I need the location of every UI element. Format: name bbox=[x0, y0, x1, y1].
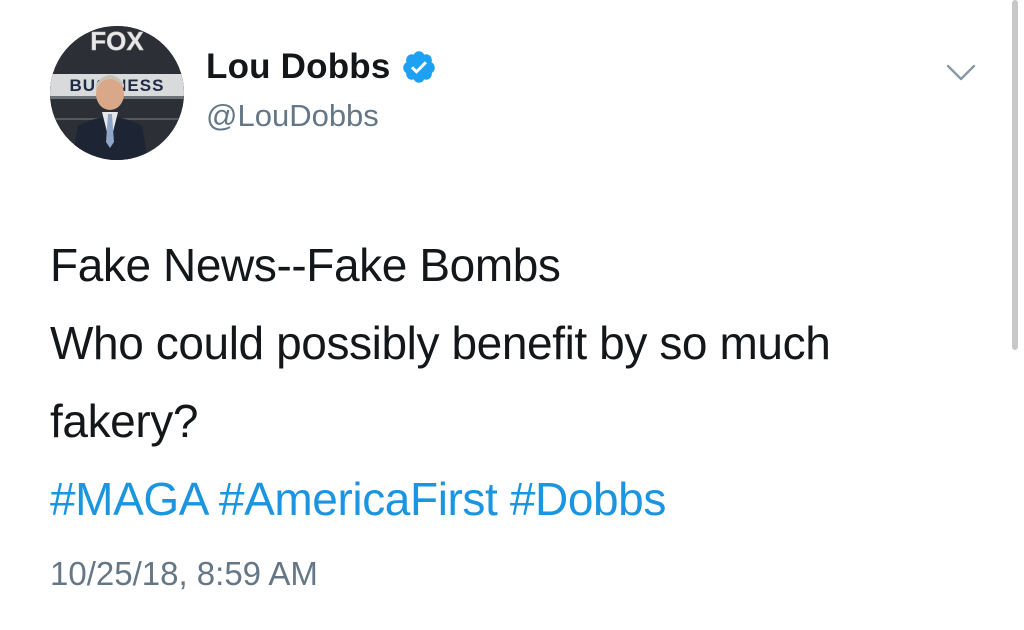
name-row: Lou Dobbs bbox=[206, 44, 437, 90]
hashtag-americafirst[interactable]: #AmericaFirst bbox=[219, 473, 498, 525]
hashtag-maga[interactable]: #MAGA bbox=[50, 473, 207, 525]
tweet-timestamp[interactable]: 10/25/18, 8:59 AM bbox=[50, 552, 318, 596]
tweet-text: Fake News--Fake Bombs Who could possibly… bbox=[50, 226, 990, 538]
avatar[interactable]: FOX BUSINESS bbox=[50, 26, 184, 160]
fox-logo-text: FOX bbox=[90, 26, 144, 56]
hashtag-dobbs[interactable]: #Dobbs bbox=[510, 473, 667, 525]
tweet-text-line-3: fakery? bbox=[50, 395, 199, 447]
scrollbar[interactable] bbox=[1012, 0, 1018, 350]
chevron-down-icon[interactable] bbox=[944, 60, 978, 84]
tweet-text-line-1: Fake News--Fake Bombs bbox=[50, 239, 561, 291]
tweet-author[interactable]: Lou Dobbs @LouDobbs bbox=[206, 44, 437, 136]
display-name[interactable]: Lou Dobbs bbox=[206, 44, 391, 90]
user-handle[interactable]: @LouDobbs bbox=[206, 96, 437, 136]
avatar-image: FOX BUSINESS bbox=[50, 26, 184, 160]
tweet-text-line-2: Who could possibly benefit by so much bbox=[50, 317, 831, 369]
verified-badge-icon bbox=[401, 49, 437, 85]
hashtag-line: #MAGA #AmericaFirst #Dobbs bbox=[50, 460, 990, 538]
